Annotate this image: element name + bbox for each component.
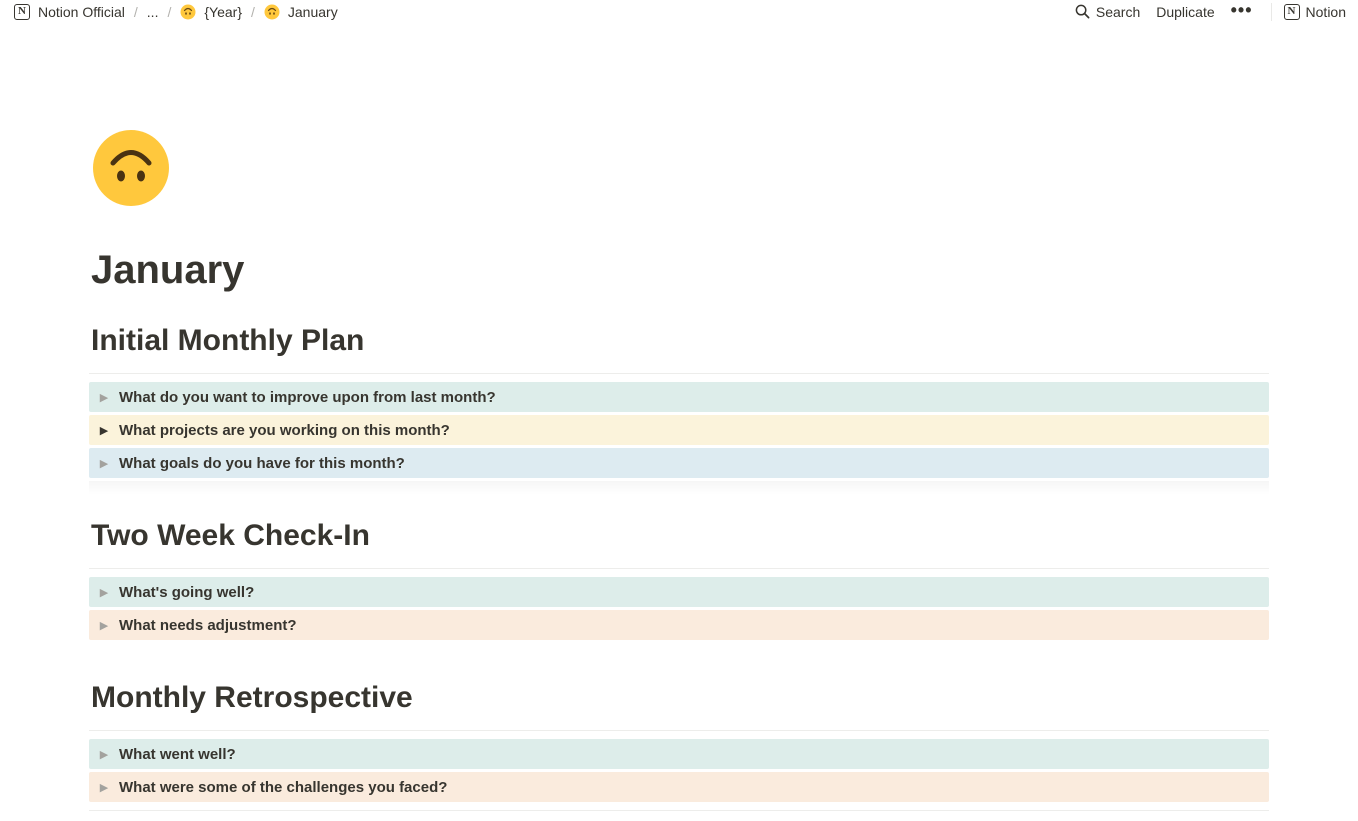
section-heading[interactable]: Monthly Retrospective	[91, 678, 1269, 718]
search-icon	[1075, 4, 1090, 19]
divider	[89, 730, 1269, 731]
toggle-arrow-icon[interactable]: ▶	[89, 457, 119, 470]
topbar-actions: Search Duplicate ••• N Notion	[1071, 0, 1346, 23]
breadcrumb: N Notion Official / ... / {Year} / Janua…	[12, 0, 340, 23]
section-monthly-retrospective: Monthly Retrospective ▶ What went well? …	[89, 678, 1269, 811]
breadcrumb-item-january[interactable]: January	[262, 2, 340, 22]
toggle-arrow-icon[interactable]: ▶	[89, 391, 119, 404]
section-heading[interactable]: Initial Monthly Plan	[91, 321, 1269, 361]
page-title[interactable]: January	[91, 246, 244, 294]
notion-logo-icon: N	[1283, 3, 1300, 20]
notion-logo-icon: N	[14, 3, 30, 20]
search-label: Search	[1095, 3, 1141, 20]
breadcrumb-separator: /	[133, 3, 138, 20]
toggle-arrow-icon[interactable]: ▶	[89, 748, 119, 761]
toggle-block[interactable]: ▶ What goals do you have for this month?	[89, 448, 1269, 478]
toggle-list: ▶ What went well? ▶ What were some of th…	[89, 739, 1269, 805]
upside-down-face-emoji-icon	[264, 4, 280, 20]
breadcrumb-item-ellipsis[interactable]: ...	[145, 2, 161, 22]
breadcrumb-label: {Year}	[204, 3, 242, 20]
toggle-label: What went well?	[119, 745, 236, 763]
more-icon: •••	[1230, 0, 1253, 20]
breadcrumb-item-year[interactable]: {Year}	[178, 2, 244, 22]
notion-home-link[interactable]: N Notion	[1283, 3, 1346, 20]
toggle-block[interactable]: ▶ What went well?	[89, 739, 1269, 769]
toggle-block[interactable]: ▶ What's going well?	[89, 577, 1269, 607]
toggle-label: What goals do you have for this month?	[119, 454, 405, 472]
toggle-block[interactable]: ▶ What were some of the challenges you f…	[89, 772, 1269, 802]
breadcrumb-label: ...	[146, 3, 159, 20]
block-shadow	[89, 481, 1269, 495]
upside-down-face-emoji-icon	[93, 130, 169, 206]
toggle-label: What's going well?	[119, 583, 255, 601]
section-heading[interactable]: Two Week Check-In	[91, 516, 1269, 556]
divider	[89, 373, 1269, 374]
breadcrumb-separator: /	[251, 3, 255, 20]
section-two-week-check-in: Two Week Check-In ▶ What's going well? ▶…	[89, 516, 1269, 643]
toggle-arrow-icon[interactable]: ▶	[89, 586, 119, 599]
toggle-arrow-icon[interactable]: ▶	[89, 781, 119, 794]
toggle-block[interactable]: ▶ What do you want to improve upon from …	[89, 382, 1269, 412]
duplicate-label: Duplicate	[1156, 3, 1215, 20]
toggle-label: What needs adjustment?	[119, 616, 297, 634]
page-icon[interactable]	[91, 128, 171, 208]
upside-down-face-emoji-icon	[180, 4, 196, 20]
toggle-arrow-icon[interactable]: ▶	[89, 424, 119, 437]
divider	[89, 568, 1269, 569]
top-bar: N Notion Official / ... / {Year} / Janua…	[0, 0, 1358, 23]
section-initial-monthly-plan: Initial Monthly Plan ▶ What do you want …	[89, 321, 1269, 495]
topbar-divider	[1270, 2, 1272, 21]
toggle-block[interactable]: ▶ What needs adjustment?	[89, 610, 1269, 640]
breadcrumb-label: January	[287, 3, 338, 20]
breadcrumb-item-notion-official[interactable]: N Notion Official	[12, 2, 127, 22]
toggle-list: ▶ What do you want to improve upon from …	[89, 382, 1269, 481]
more-options-button[interactable]: •••	[1227, 0, 1257, 22]
toggle-arrow-icon[interactable]: ▶	[89, 619, 119, 632]
toggle-list: ▶ What's going well? ▶ What needs adjust…	[89, 577, 1269, 643]
toggle-label: What do you want to improve upon from la…	[119, 388, 496, 406]
toggle-label: What were some of the challenges you fac…	[119, 778, 448, 796]
duplicate-button[interactable]: Duplicate	[1152, 2, 1218, 22]
divider	[89, 810, 1269, 811]
breadcrumb-separator: /	[167, 3, 172, 20]
search-button[interactable]: Search	[1071, 2, 1144, 22]
breadcrumb-label: Notion Official	[38, 3, 125, 20]
toggle-block[interactable]: ▶ What projects are you working on this …	[89, 415, 1269, 445]
notion-label: Notion	[1305, 3, 1346, 20]
toggle-label: What projects are you working on this mo…	[119, 421, 450, 439]
